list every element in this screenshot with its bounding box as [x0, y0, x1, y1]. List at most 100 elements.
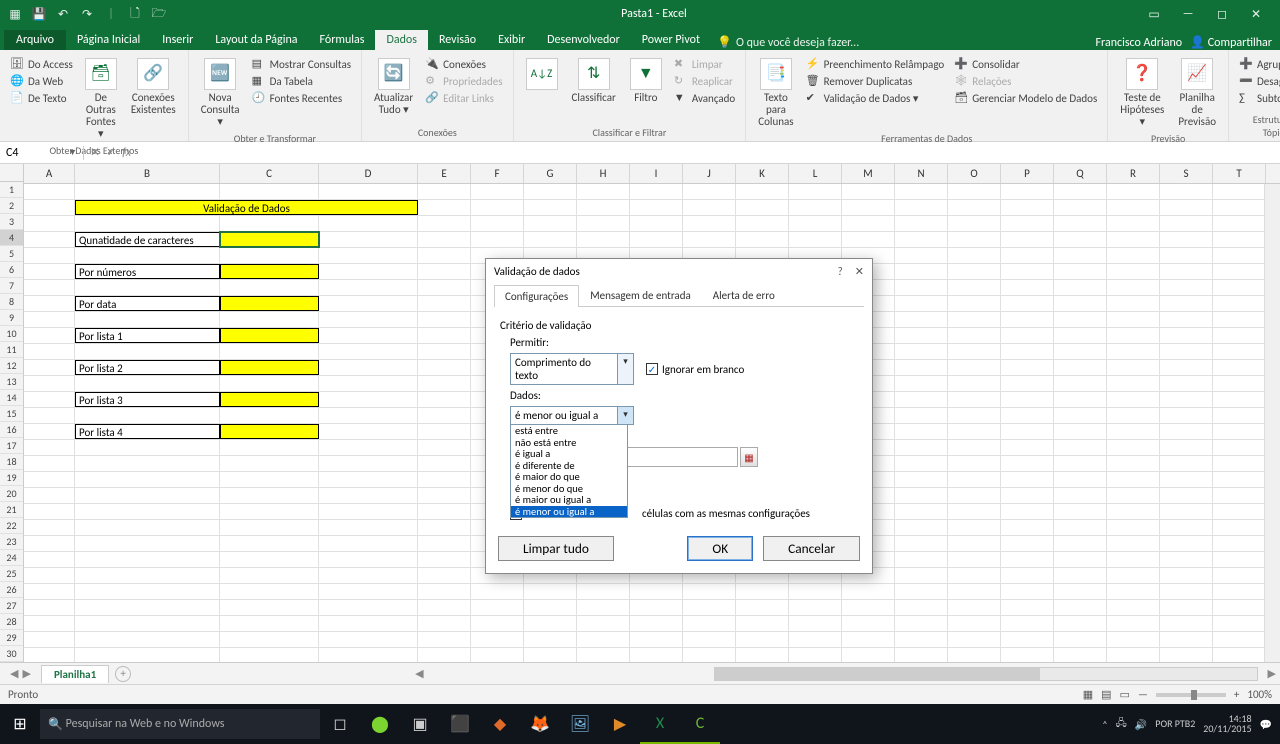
cell[interactable] [948, 344, 1001, 359]
cell[interactable] [630, 648, 683, 662]
tell-me[interactable]: 💡 O que você deseja fazer... [717, 35, 859, 50]
cell[interactable] [75, 456, 220, 471]
cell[interactable] [683, 200, 736, 215]
cell[interactable] [319, 600, 418, 615]
cell[interactable] [1054, 456, 1107, 471]
cell[interactable] [1213, 520, 1266, 535]
cell[interactable] [1001, 568, 1054, 583]
cell[interactable] [948, 248, 1001, 263]
cell[interactable] [1054, 424, 1107, 439]
row-header[interactable]: 21 [0, 502, 23, 518]
cell[interactable] [1213, 424, 1266, 439]
cell[interactable] [842, 600, 895, 615]
cell[interactable] [1160, 296, 1213, 311]
taskview-icon[interactable]: ◻ [320, 704, 360, 744]
cell[interactable] [1054, 520, 1107, 535]
cell[interactable] [24, 200, 75, 215]
cell[interactable] [220, 312, 319, 327]
cell[interactable] [1107, 616, 1160, 631]
cell[interactable] [1160, 264, 1213, 279]
cell[interactable] [75, 552, 220, 567]
cell[interactable] [1107, 328, 1160, 343]
cell[interactable] [577, 616, 630, 631]
cell[interactable] [1213, 248, 1266, 263]
advanced[interactable]: ▼Avançado [672, 90, 737, 106]
row-header[interactable]: 12 [0, 358, 23, 374]
data-validation[interactable]: ✔Validação de Dados ▾ [804, 90, 947, 106]
cell[interactable] [1160, 200, 1213, 215]
cell[interactable] [630, 632, 683, 647]
cell[interactable] [1054, 216, 1107, 231]
cell[interactable] [1054, 568, 1107, 583]
cell[interactable] [75, 312, 220, 327]
cell[interactable] [524, 632, 577, 647]
cell[interactable] [1160, 600, 1213, 615]
cell[interactable] [75, 184, 220, 199]
cell[interactable] [24, 488, 75, 503]
cell[interactable] [948, 600, 1001, 615]
whatif[interactable]: ❓Teste de Hipóteses ▾ [1116, 56, 1168, 130]
cell[interactable] [75, 504, 220, 519]
video-icon[interactable]: ▶ [600, 704, 640, 744]
cell[interactable] [948, 488, 1001, 503]
cell[interactable] [895, 600, 948, 615]
col-header[interactable]: D [319, 164, 418, 183]
cell[interactable] [630, 584, 683, 599]
cell[interactable] [1107, 376, 1160, 391]
cell[interactable] [1001, 328, 1054, 343]
cell[interactable] [948, 456, 1001, 471]
cell[interactable] [75, 440, 220, 455]
filter-btn[interactable]: ▼Filtro [626, 56, 666, 106]
cell[interactable] [418, 408, 471, 423]
forecast-sheet[interactable]: 📈Planilha de Previsão [1174, 56, 1220, 130]
cell[interactable] [895, 472, 948, 487]
row-header[interactable]: 22 [0, 518, 23, 534]
col-header[interactable]: S [1160, 164, 1213, 183]
cell[interactable] [895, 504, 948, 519]
consolidate[interactable]: ➕Consolidar [952, 56, 1099, 72]
cell[interactable] [1107, 408, 1160, 423]
cell[interactable] [736, 616, 789, 631]
cell[interactable] [24, 504, 75, 519]
app1-icon[interactable]: ⬤ [360, 704, 400, 744]
from-text[interactable]: 📄De Texto [8, 90, 75, 106]
cell[interactable] [319, 408, 418, 423]
cell[interactable] [895, 184, 948, 199]
cell[interactable] [1213, 616, 1266, 631]
cell[interactable] [789, 632, 842, 647]
cell[interactable] [524, 184, 577, 199]
cell[interactable] [1001, 472, 1054, 487]
refresh-all[interactable]: 🔄Atualizar Tudo ▾ [370, 56, 417, 118]
row-header[interactable]: 11 [0, 342, 23, 358]
cell[interactable] [418, 200, 471, 215]
row-header[interactable]: 2 [0, 198, 23, 214]
cell[interactable] [1054, 232, 1107, 247]
cell[interactable] [895, 520, 948, 535]
col-header[interactable]: B [75, 164, 220, 183]
start-button[interactable]: ⊞ [0, 704, 40, 744]
row-header[interactable]: 17 [0, 438, 23, 454]
cell[interactable] [1054, 360, 1107, 375]
tab-layout[interactable]: Layout da Página [204, 30, 308, 50]
cell[interactable] [1107, 360, 1160, 375]
add-sheet-button[interactable]: + [115, 666, 131, 682]
cell[interactable] [1001, 264, 1054, 279]
cell[interactable] [75, 344, 220, 359]
cell[interactable] [418, 520, 471, 535]
cell[interactable] [1160, 344, 1213, 359]
ungroup-rows[interactable]: ➖Desagrupar ▾ [1237, 73, 1280, 89]
close-icon[interactable]: ✕ [1242, 7, 1270, 22]
cell[interactable] [895, 296, 948, 311]
cell[interactable] [75, 648, 220, 662]
cell[interactable] [842, 200, 895, 215]
cell[interactable] [319, 248, 418, 263]
cell[interactable] [1213, 488, 1266, 503]
tray-vol-icon[interactable]: 🔊 [1135, 718, 1147, 731]
cell[interactable] [948, 616, 1001, 631]
cell[interactable] [1160, 520, 1213, 535]
cell[interactable] [1213, 648, 1266, 662]
cell[interactable] [577, 216, 630, 231]
cell[interactable] [948, 568, 1001, 583]
cell[interactable] [418, 184, 471, 199]
cell[interactable] [1213, 552, 1266, 567]
